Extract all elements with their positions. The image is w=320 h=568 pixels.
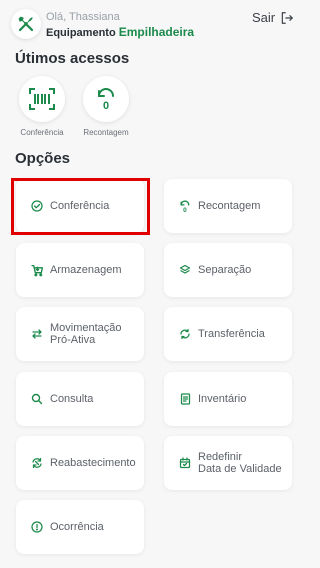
barcode-scan-icon: [29, 88, 55, 110]
option-reabastecimento-button[interactable]: Reabastecimento: [16, 436, 144, 490]
option-transferencia-button[interactable]: Transferência: [164, 307, 292, 361]
option-label: Armazenagem: [50, 264, 122, 276]
options-section-title: Opções: [15, 150, 71, 167]
recent-item-conferencia[interactable]: Conferência: [10, 76, 74, 137]
logout-button[interactable]: Sair: [252, 10, 294, 25]
option-label: Conferência: [50, 200, 110, 212]
transfer-icon: [178, 327, 192, 341]
option-label: Separação: [198, 264, 252, 276]
recent-section-title: Útimos acessos: [15, 50, 130, 67]
logout-label: Sair: [252, 10, 276, 25]
option-separacao-button[interactable]: Separação: [164, 243, 292, 297]
option-recontagem-button[interactable]: 0 Recontagem: [164, 179, 292, 233]
recent-item-label: Recontagem: [83, 128, 129, 137]
layers-icon: [178, 263, 192, 277]
option-movimentacao-proativa-button[interactable]: Movimentação Pró-Ativa: [16, 307, 144, 361]
option-label: Consulta: [50, 393, 94, 405]
equipment-info: Equipamento Empilhadeira: [46, 25, 194, 39]
recent-item-icon-wrap: [19, 76, 65, 122]
option-redefinir-data-validade-button[interactable]: Redefinir Data de Validade: [164, 436, 292, 490]
check-circle-icon: [30, 199, 44, 213]
option-ocorrencia-button[interactable]: Ocorrência: [16, 500, 144, 554]
tools-icon: [18, 16, 34, 32]
equipment-label: Equipamento: [46, 27, 116, 39]
recent-item-icon-wrap: 0: [83, 76, 129, 122]
cart-icon: [30, 263, 44, 277]
option-label: Transferência: [198, 328, 265, 340]
recount-icon: 0: [178, 199, 192, 213]
recent-item-label: Conferência: [20, 128, 64, 137]
recent-item-recontagem[interactable]: 0 Recontagem: [74, 76, 138, 137]
calendar-icon: [178, 456, 192, 470]
option-armazenagem-button[interactable]: Armazenagem: [16, 243, 144, 297]
option-label: Ocorrência: [50, 521, 104, 533]
greeting-text: Olá, Thassiana: [46, 11, 120, 23]
option-consulta-button[interactable]: Consulta: [16, 372, 144, 426]
equipment-value: Empilhadeira: [118, 25, 195, 39]
app-header: Olá, Thassiana Equipamento Empilhadeira …: [0, 0, 308, 44]
recount-icon: 0: [98, 88, 114, 111]
option-label: Reabastecimento: [50, 457, 136, 469]
option-inventario-button[interactable]: Inventário: [164, 372, 292, 426]
option-label: Redefinir Data de Validade: [198, 451, 282, 475]
avatar: [11, 9, 41, 39]
option-label: Inventário: [198, 393, 247, 405]
search-icon: [30, 392, 44, 406]
option-label: Recontagem: [198, 200, 261, 212]
alert-icon: [30, 520, 44, 534]
document-icon: [178, 392, 192, 406]
option-label: Movimentação Pró-Ativa: [50, 322, 122, 346]
option-conferencia-button[interactable]: Conferência: [16, 179, 144, 233]
svg-text:0: 0: [183, 206, 187, 212]
svg-text:0: 0: [103, 100, 109, 111]
logout-icon: [281, 11, 293, 24]
refill-icon: [30, 456, 44, 470]
swap-arrows-icon: [30, 327, 44, 341]
